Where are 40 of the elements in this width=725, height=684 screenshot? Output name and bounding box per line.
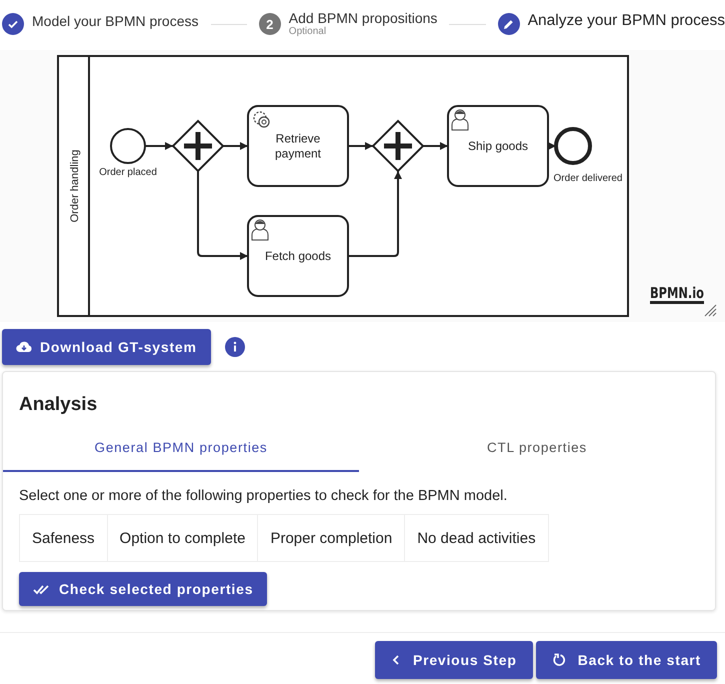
resize-handle-icon[interactable] [704,304,716,316]
check-icon [7,18,19,30]
tab[interactable]: CTL properties [359,424,715,472]
sequence-flow [223,142,248,150]
info-icon[interactable] [224,337,245,357]
footer-button[interactable]: Previous Step [374,641,533,679]
pencil-icon [502,18,516,30]
person-icon [252,220,268,240]
sequence-flow [423,142,448,150]
task-label: Fetch goods [264,249,332,263]
refresh-icon [552,653,566,667]
step-sublabel: Optional [288,26,328,36]
task-label: Retrieve payment [274,132,322,160]
chevron-left-icon [390,654,401,666]
person-icon [452,110,468,130]
footer-button[interactable]: Back to the start [536,641,717,679]
sequence-flow [348,142,373,150]
gear-icon [253,111,270,128]
lane-label: Order handling [69,150,81,222]
double-check-icon [33,583,51,595]
sequence-flow [145,142,173,150]
start-event [110,128,146,164]
step-label: Add BPMN propositions [288,10,438,26]
event-label: Order placed [99,167,157,178]
instruction-text: Select one or more of the following properties to check for the BPMN model. [18,487,508,506]
task-label: Ship goods [468,139,528,153]
step-label: Model your BPMN process [32,13,199,29]
parallel-gateway [372,120,424,172]
event-label: Order delivered [554,173,622,184]
check-button[interactable]: Check selected properties [19,572,268,606]
cloud-download-icon [16,341,32,353]
card-title: Analysis [18,393,98,416]
step-marker: 2 [258,13,281,35]
bpmn-logo: BPMN.io [650,284,714,304]
download-button[interactable]: Download GT-system [2,329,211,365]
tab[interactable]: General BPMN properties [3,424,359,472]
sequence-flow [548,142,556,150]
parallel-gateway [172,120,224,172]
step-label: Analyze your BPMN process [528,12,725,30]
end-event [554,127,592,165]
